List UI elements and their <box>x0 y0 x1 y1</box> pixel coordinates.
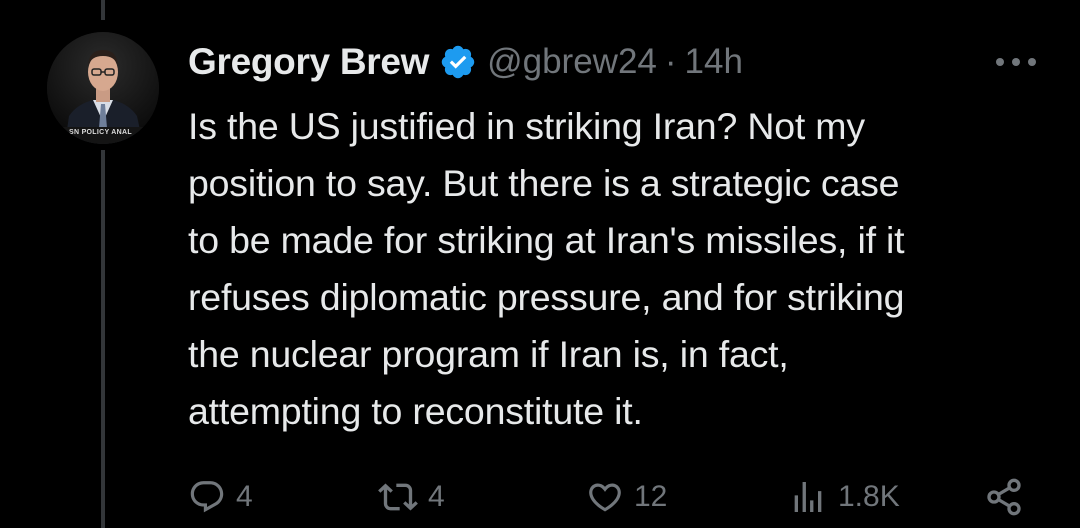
tweet-text-line: Is the US justified in striking Iran? No… <box>188 105 865 147</box>
avatar[interactable]: SN POLICY ANAL <box>47 32 159 144</box>
tweet-text-line: to be made for striking at Iran's missil… <box>188 219 905 261</box>
author-display-name[interactable]: Gregory Brew <box>188 41 429 83</box>
repost-button[interactable]: 4 <box>378 472 445 522</box>
header-separator: · <box>664 42 677 81</box>
tweet-actions: 4 4 12 1.8K <box>188 472 1040 522</box>
view-count: 1.8K <box>838 480 900 513</box>
tweet-text-line: refuses diplomatic pressure, and for str… <box>188 276 905 318</box>
like-button[interactable]: 12 <box>586 472 667 522</box>
thread-line-top <box>101 0 105 20</box>
verified-badge-icon[interactable] <box>439 43 477 81</box>
share-nodes-icon <box>987 478 1021 516</box>
author-handle[interactable]: @gbrew24 <box>487 42 657 82</box>
reply-count: 4 <box>236 480 253 513</box>
tweet-text-line: position to say. But there is a strategi… <box>188 162 900 204</box>
tweet-text-line: attempting to reconstitute it. <box>188 390 643 432</box>
avatar-caption: SN POLICY ANAL <box>69 129 132 136</box>
share-button[interactable] <box>984 472 1024 522</box>
bar-chart-icon <box>794 482 822 512</box>
repost-arrows-icon <box>378 483 418 511</box>
more-options-icon[interactable] <box>996 56 1036 68</box>
tweet-header: Gregory Brew @gbrew24 · 14h <box>188 36 1040 88</box>
repost-count: 4 <box>428 480 445 513</box>
avatar-photo <box>47 32 159 144</box>
heart-icon <box>589 483 621 512</box>
thread-line <box>101 150 105 528</box>
like-count: 12 <box>634 480 668 513</box>
reply-button[interactable]: 4 <box>188 472 253 522</box>
tweet-text-line: the nuclear program if Iran is, in fact, <box>188 333 789 375</box>
tweet-text: Is the US justified in striking Iran? No… <box>188 98 1058 440</box>
reply-bubble-icon <box>190 481 224 513</box>
tweet-timestamp[interactable]: 14h <box>685 42 743 82</box>
views-button[interactable]: 1.8K <box>788 472 900 522</box>
